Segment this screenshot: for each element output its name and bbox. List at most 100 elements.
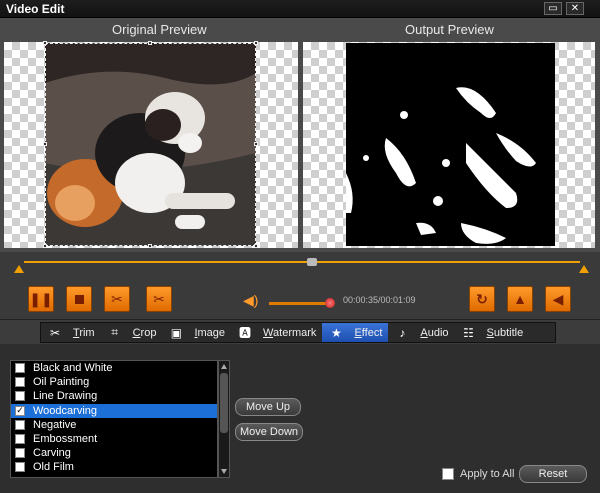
apply-to-all[interactable]: Apply to All — [442, 468, 514, 480]
rotate-button[interactable]: ↻ — [469, 286, 495, 312]
effect-label: Oil Painting — [33, 376, 90, 389]
tab-label: Audio — [420, 326, 449, 339]
list-item-selected[interactable]: ✓ Woodcarving — [11, 403, 217, 418]
apply-to-all-checkbox[interactable] — [442, 468, 454, 480]
flip-vertical-icon: ▲ — [513, 291, 527, 307]
list-item[interactable]: Old Film — [11, 460, 217, 474]
crop-handle[interactable] — [43, 244, 47, 248]
timeline-track[interactable] — [24, 261, 580, 263]
effect-label: Embossment — [33, 433, 98, 446]
tab-label: Effect — [354, 326, 383, 339]
checkbox[interactable] — [15, 377, 25, 388]
crop-handle[interactable] — [43, 142, 47, 146]
stop-button[interactable] — [66, 286, 92, 312]
checkbox[interactable] — [15, 363, 25, 374]
effect-label: Negative — [33, 418, 77, 431]
effects-list[interactable]: Black and White Oil Painting Line Drawin… — [10, 360, 218, 478]
crop-selection-box[interactable] — [43, 41, 258, 248]
trim-end-marker[interactable] — [579, 265, 589, 273]
minimize-button[interactable]: ▭ — [544, 2, 562, 15]
tab-watermark[interactable]: 🅰 Watermark — [231, 323, 322, 342]
checkbox[interactable] — [15, 419, 25, 430]
checkbox[interactable] — [15, 434, 25, 445]
list-item[interactable]: Line Drawing — [11, 389, 217, 403]
star-icon: ★ — [331, 325, 342, 340]
tab-label: Crop — [132, 326, 157, 339]
scroll-down-arrow-icon[interactable] — [221, 469, 227, 474]
apply-to-all-label: Apply to All — [460, 468, 515, 480]
tab-trim[interactable]: ✂ Trim — [41, 323, 101, 342]
split-button[interactable]: ✂ — [146, 286, 172, 312]
effects-scrollbar[interactable] — [218, 360, 230, 478]
tab-subtitle[interactable]: ☷ Subtitle — [455, 323, 530, 342]
effect-label: Black and White — [33, 362, 113, 375]
list-item[interactable]: Embossment — [11, 432, 217, 446]
image-icon: ▣ — [170, 325, 183, 340]
watermark-icon: 🅰 — [239, 326, 252, 340]
checkbox-checked[interactable]: ✓ — [15, 405, 25, 416]
tab-effect[interactable]: ★ Effect — [322, 323, 389, 342]
preview-area: Original Preview Output Preview — [0, 18, 600, 252]
stop-icon — [74, 294, 84, 304]
timeline-playhead[interactable] — [307, 258, 317, 266]
original-preview-label: Original Preview — [112, 22, 207, 37]
scrollbar-thumb[interactable] — [220, 373, 228, 433]
checkbox[interactable] — [15, 462, 25, 473]
tab-label: Subtitle — [486, 326, 524, 339]
reset-button[interactable]: Reset — [519, 465, 587, 483]
effect-label: Line Drawing — [33, 390, 98, 403]
edit-tabs: ✂ Trim ⌗ Crop ▣ Image 🅰 Watermark ★ Effect ♪ A… — [40, 322, 556, 343]
volume-icon[interactable]: ◀) — [243, 292, 258, 309]
effect-label: Old Film — [33, 461, 74, 474]
pause-button[interactable]: ❚❚ — [28, 286, 54, 312]
cut-button[interactable]: ✂ — [104, 286, 130, 312]
crop-handle[interactable] — [254, 244, 258, 248]
list-item[interactable]: Negative — [11, 418, 217, 432]
volume-slider[interactable] — [269, 302, 329, 305]
crop-handle[interactable] — [148, 244, 152, 248]
list-item[interactable]: Black and White — [11, 361, 217, 375]
playback-controls: ❚❚ ✂ ✂ ◀) 00:00:35/00:01:09 ↻ ▲ ◀ — [0, 274, 600, 320]
music-note-icon: ♪ — [399, 325, 406, 340]
crop-handle[interactable] — [148, 41, 152, 45]
woodcarving-output-image — [346, 43, 555, 246]
checkbox[interactable] — [15, 448, 25, 459]
scroll-up-arrow-icon[interactable] — [221, 364, 227, 369]
tab-label: Trim — [73, 326, 95, 339]
flip-horizontal-button[interactable]: ◀ — [545, 286, 571, 312]
trim-start-marker[interactable] — [14, 265, 24, 273]
flip-vertical-button[interactable]: ▲ — [507, 286, 533, 312]
window-title: Video Edit — [6, 2, 65, 16]
tab-crop[interactable]: ⌗ Crop — [101, 323, 163, 342]
crop-handle[interactable] — [43, 41, 47, 45]
tab-label: Image — [194, 326, 226, 339]
effect-panel: Black and White Oil Painting Line Drawin… — [0, 344, 600, 493]
split-scissors-icon: ✂ — [153, 290, 165, 307]
volume-knob[interactable] — [325, 298, 335, 308]
checkbox[interactable] — [15, 391, 25, 402]
move-up-button[interactable]: Move Up — [235, 398, 301, 416]
playback-time: 00:00:35/00:01:09 — [343, 295, 416, 305]
scissors-icon: ✂ — [111, 290, 123, 307]
pause-icon: ❚❚ — [29, 290, 53, 307]
rotate-icon: ↻ — [476, 290, 488, 307]
timeline[interactable] — [0, 252, 600, 274]
title-bar: Video Edit ▭ ✕ — [0, 0, 600, 18]
close-button[interactable]: ✕ — [566, 2, 584, 15]
output-video-frame — [346, 43, 555, 246]
flip-horizontal-icon: ◀ — [552, 290, 564, 307]
crop-handle[interactable] — [254, 41, 258, 45]
list-item[interactable]: Carving — [11, 446, 217, 460]
move-down-button[interactable]: Move Down — [235, 423, 303, 441]
effect-label: Carving — [33, 447, 71, 460]
tab-image[interactable]: ▣ Image — [162, 323, 231, 342]
crop-handle[interactable] — [254, 142, 258, 146]
crop-icon: ⌗ — [111, 325, 118, 339]
output-preview-label: Output Preview — [405, 22, 494, 37]
scissors-icon: ✂ — [49, 325, 61, 340]
tab-audio[interactable]: ♪ Audio — [388, 323, 454, 342]
list-item[interactable]: Oil Painting — [11, 375, 217, 389]
tab-label: Watermark — [263, 326, 317, 339]
effect-label: Woodcarving — [33, 404, 97, 417]
subtitle-icon: ☷ — [463, 325, 474, 340]
